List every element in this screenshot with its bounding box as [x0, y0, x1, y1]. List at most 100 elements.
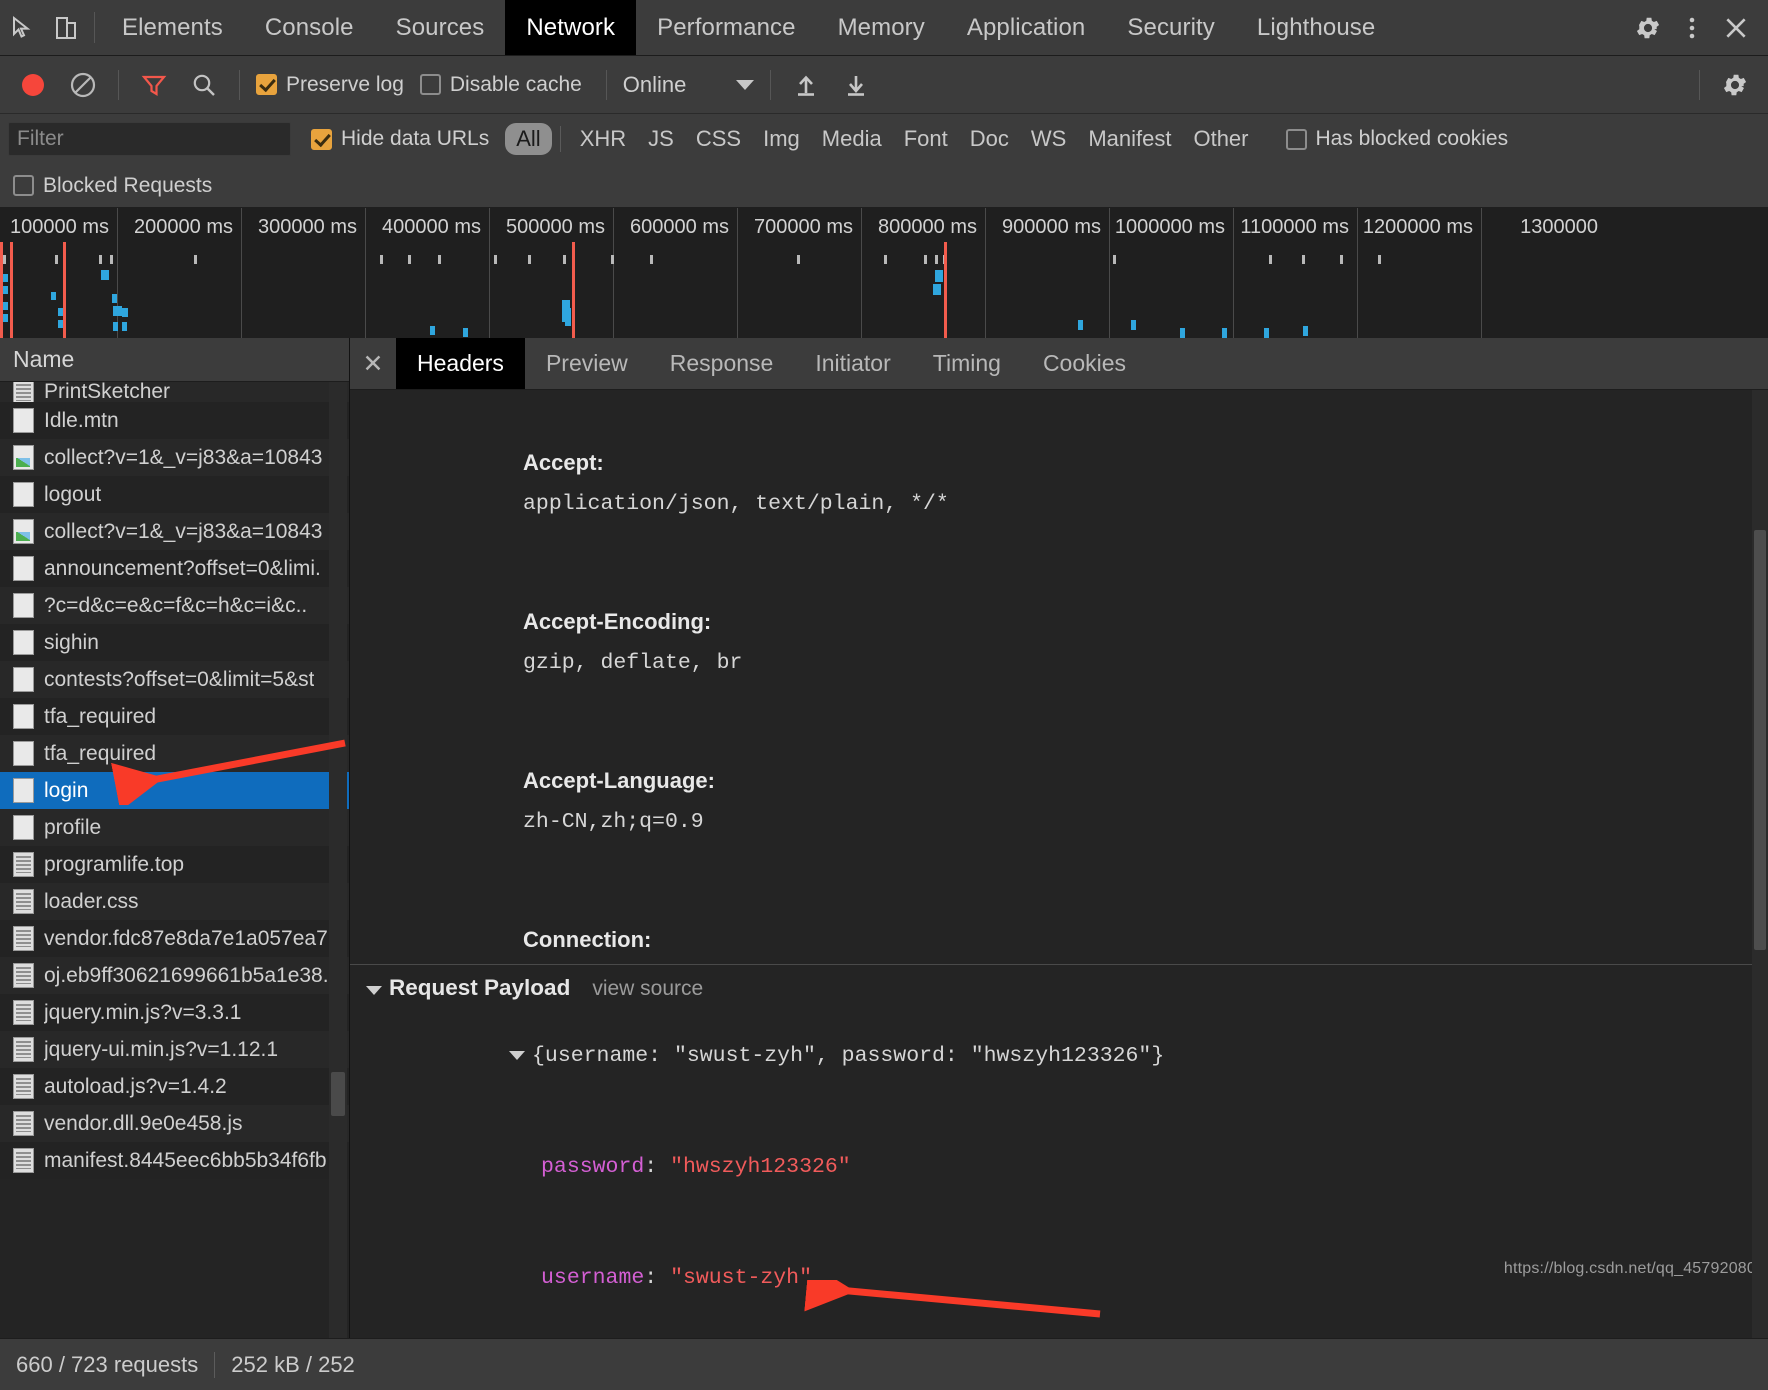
- filter-type-css[interactable]: CSS: [685, 123, 752, 155]
- payload-summary: {username: "swust-zyh", password: "hwszy…: [532, 1044, 1165, 1068]
- filter-icon[interactable]: [129, 60, 179, 110]
- table-row-selected-login[interactable]: login: [0, 772, 349, 809]
- table-row[interactable]: vendor.fdc87e8da7e1a057ea7.: [0, 920, 349, 957]
- payload-key: username: [541, 1266, 645, 1290]
- preserve-log-checkbox[interactable]: Preserve log: [256, 73, 404, 97]
- record-button[interactable]: [8, 60, 58, 110]
- table-row[interactable]: collect?v=1&_v=j83&a=10843: [0, 439, 349, 476]
- table-row[interactable]: tfa_required: [0, 698, 349, 735]
- request-list[interactable]: PrintSketcher Idle.mtn collect?v=1&_v=j8…: [0, 382, 349, 1338]
- payload-disclosure[interactable]: Request Payload: [366, 975, 570, 1001]
- filter-type-font[interactable]: Font: [893, 123, 959, 155]
- overview-event-line: [10, 242, 13, 348]
- has-blocked-cookies-checkbox[interactable]: Has blocked cookies: [1285, 127, 1508, 151]
- overview-cell: 200000 ms: [118, 208, 242, 348]
- table-row[interactable]: collect?v=1&_v=j83&a=10843: [0, 513, 349, 550]
- table-row[interactable]: announcement?offset=0&limi.: [0, 550, 349, 587]
- network-overview-timeline[interactable]: 100000 ms 200000 ms 300000 ms 400000 ms …: [0, 208, 1768, 348]
- throttling-dropdown[interactable]: Online: [617, 72, 761, 98]
- table-row[interactable]: profile: [0, 809, 349, 846]
- close-detail-icon[interactable]: ✕: [350, 338, 396, 389]
- tab-response[interactable]: Response: [649, 338, 795, 389]
- filter-type-js[interactable]: JS: [637, 123, 685, 155]
- filter-type-ws[interactable]: WS: [1020, 123, 1077, 155]
- inspect-element-icon[interactable]: [0, 0, 44, 55]
- table-row[interactable]: logout: [0, 476, 349, 513]
- tab-lighthouse[interactable]: Lighthouse: [1236, 0, 1396, 55]
- tab-application[interactable]: Application: [946, 0, 1107, 55]
- tab-label: Security: [1127, 13, 1215, 41]
- scrollbar-thumb[interactable]: [1754, 530, 1766, 950]
- tab-console[interactable]: Console: [244, 0, 375, 55]
- image-file-icon: [13, 445, 34, 470]
- clear-button[interactable]: [58, 60, 108, 110]
- request-name: announcement?offset=0&limi.: [44, 556, 321, 580]
- overview-cell: 300000 ms: [242, 208, 366, 348]
- tab-sources[interactable]: Sources: [375, 0, 506, 55]
- overview-cell: 1300000: [1482, 208, 1606, 348]
- filter-type-other[interactable]: Other: [1182, 123, 1259, 155]
- generic-file-icon: [13, 482, 34, 507]
- filter-type-all[interactable]: All: [505, 123, 552, 155]
- checkbox-box: [419, 74, 441, 95]
- hide-data-urls-checkbox[interactable]: Hide data URLs: [311, 127, 489, 151]
- filter-type-xhr[interactable]: XHR: [569, 123, 637, 155]
- tab-timing[interactable]: Timing: [912, 338, 1022, 389]
- table-row[interactable]: oj.eb9ff30621699661b5a1e38.: [0, 957, 349, 994]
- request-headers-list[interactable]: Accept: application/json, text/plain, */…: [350, 390, 1768, 964]
- tab-network[interactable]: Network: [505, 0, 637, 55]
- tab-headers[interactable]: Headers: [396, 338, 525, 389]
- view-source-link[interactable]: view source: [592, 977, 703, 1001]
- tab-initiator[interactable]: Initiator: [794, 338, 911, 389]
- request-list-scrollbar[interactable]: [329, 382, 347, 1338]
- document-file-icon: [13, 963, 34, 988]
- table-row[interactable]: jquery-ui.min.js?v=1.12.1: [0, 1031, 349, 1068]
- tab-cookies[interactable]: Cookies: [1022, 338, 1147, 389]
- disable-cache-checkbox[interactable]: Disable cache: [419, 72, 582, 97]
- document-file-icon: [13, 1000, 34, 1025]
- request-payload-header[interactable]: Request Payload view source: [350, 975, 1768, 1001]
- tab-preview[interactable]: Preview: [525, 338, 649, 389]
- table-row[interactable]: autoload.js?v=1.4.2: [0, 1068, 349, 1105]
- filter-type-manifest[interactable]: Manifest: [1077, 123, 1182, 155]
- filter-input[interactable]: [8, 122, 291, 156]
- search-icon[interactable]: [179, 60, 229, 110]
- table-row[interactable]: tfa_required: [0, 735, 349, 772]
- tab-performance[interactable]: Performance: [636, 0, 817, 55]
- checkbox-box: [1285, 128, 1307, 150]
- import-har-icon[interactable]: [781, 60, 831, 110]
- export-har-icon[interactable]: [831, 60, 881, 110]
- overview-tick-label: 1100000 ms: [1240, 216, 1349, 238]
- table-row[interactable]: vendor.dll.9e0e458.js: [0, 1105, 349, 1142]
- overview-cell: 600000 ms: [614, 208, 738, 348]
- table-row[interactable]: sighin: [0, 624, 349, 661]
- table-row[interactable]: jquery.min.js?v=3.3.1: [0, 994, 349, 1031]
- table-row[interactable]: Idle.mtn: [0, 402, 349, 439]
- tab-memory[interactable]: Memory: [817, 0, 946, 55]
- tab-security[interactable]: Security: [1106, 0, 1236, 55]
- network-settings-gear-icon[interactable]: [1710, 60, 1760, 110]
- generic-file-icon: [13, 815, 34, 840]
- table-row[interactable]: manifest.8445eec6bb5b34f6fb: [0, 1142, 349, 1179]
- blocked-requests-checkbox[interactable]: Blocked Requests: [13, 174, 212, 198]
- disable-cache-label: Disable cache: [449, 72, 582, 96]
- filter-type-img[interactable]: Img: [752, 123, 811, 155]
- device-toolbar-icon[interactable]: [44, 0, 88, 55]
- detail-scrollbar[interactable]: [1752, 390, 1768, 1338]
- filter-type-media[interactable]: Media: [811, 123, 893, 155]
- filter-type-doc[interactable]: Doc: [959, 123, 1020, 155]
- detail-tab-label: Response: [669, 350, 774, 376]
- tab-elements[interactable]: Elements: [101, 0, 244, 55]
- request-name: jquery.min.js?v=3.3.1: [44, 1000, 242, 1024]
- table-row[interactable]: loader.css: [0, 883, 349, 920]
- table-row[interactable]: contests?offset=0&limit=5&st: [0, 661, 349, 698]
- scrollbar-thumb[interactable]: [331, 1072, 345, 1116]
- gear-icon[interactable]: [1626, 14, 1670, 42]
- request-list-header[interactable]: Name: [0, 338, 349, 382]
- close-icon[interactable]: [1714, 15, 1758, 41]
- more-vertical-icon[interactable]: [1670, 14, 1714, 42]
- table-row[interactable]: PrintSketcher: [0, 382, 349, 402]
- table-row[interactable]: ?c=d&c=e&c=f&c=h&c=i&c..: [0, 587, 349, 624]
- table-row[interactable]: programlife.top: [0, 846, 349, 883]
- payload-summary-row[interactable]: {username: "swust-zyh", password: "hwszy…: [350, 1001, 1768, 1112]
